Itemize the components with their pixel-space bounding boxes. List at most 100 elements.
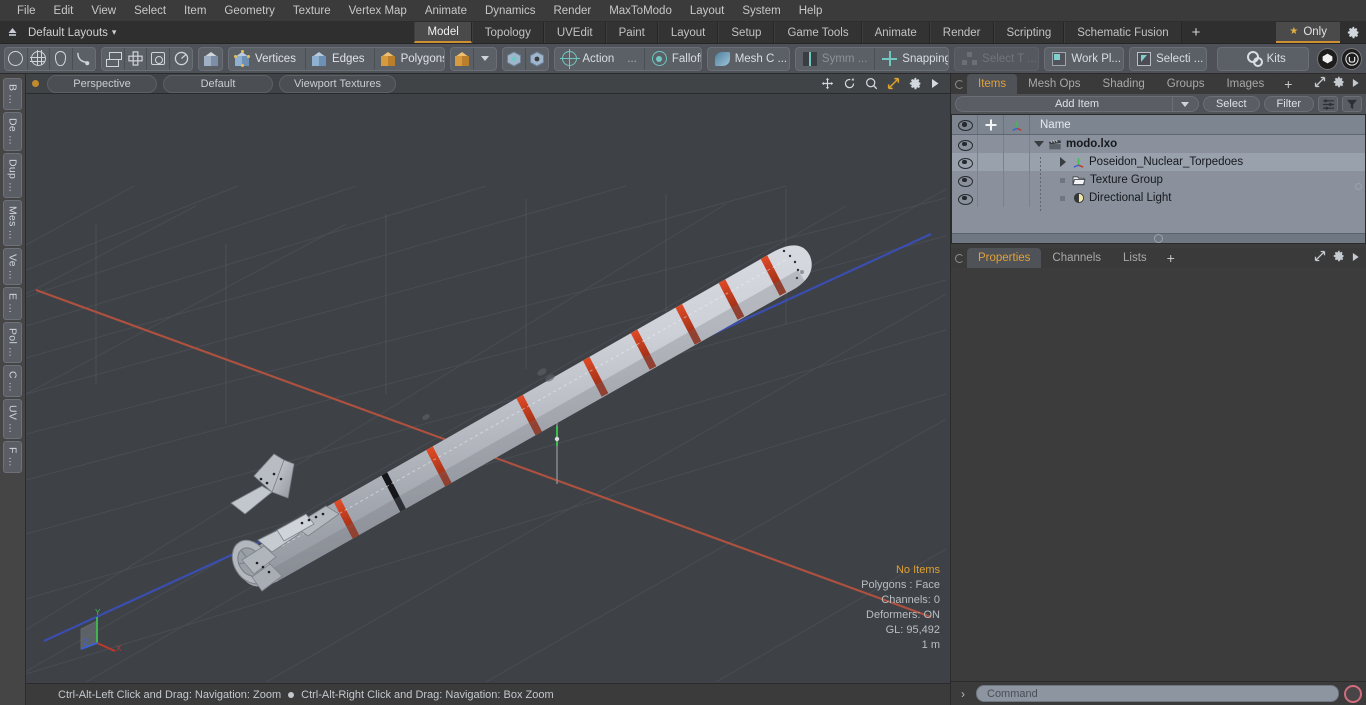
menu-item-help[interactable]: Help [790, 0, 832, 22]
tab-mesh-ops[interactable]: Mesh Ops [1017, 74, 1092, 94]
component-mode-vertices[interactable]: Vertices [229, 47, 306, 70]
tab-properties[interactable]: Properties [967, 248, 1042, 268]
component-mode-polygons[interactable]: Polygons [375, 48, 444, 70]
curve-tool-icon[interactable] [73, 48, 95, 70]
left-tab-vertex[interactable]: Ve ... [3, 247, 22, 286]
left-tab-mesh[interactable]: Mes ... [3, 200, 22, 246]
tab-shading[interactable]: Shading [1091, 74, 1156, 94]
left-tab-edge[interactable]: E ... [3, 287, 22, 320]
row-visibility-eye-icon[interactable] [952, 153, 978, 171]
panel-gear-icon[interactable] [1333, 75, 1345, 93]
left-tab-polygon[interactable]: Pol ... [3, 321, 22, 363]
3d-viewport[interactable]: No Items Polygons : Face Channels: 0 Def… [26, 94, 950, 683]
item-list-body[interactable]: modo.lxo Poseidon_Nuclear_Torpedoes Text… [952, 135, 1365, 233]
table-row[interactable]: Poseidon_Nuclear_Torpedoes [952, 153, 1365, 171]
row-visibility-eye-icon[interactable] [952, 135, 978, 153]
table-row[interactable]: Texture Group [952, 171, 1365, 189]
modo-app-icon[interactable] [1317, 47, 1339, 70]
viewport-gear-icon[interactable] [909, 77, 922, 90]
expand-arrow-icon[interactable] [931, 78, 940, 89]
table-row[interactable]: Directional Light [952, 189, 1365, 207]
menu-item-system[interactable]: System [733, 0, 789, 22]
tab-items[interactable]: Items [967, 74, 1018, 94]
cube-mode-icon[interactable] [451, 47, 474, 70]
menu-item-dynamics[interactable]: Dynamics [476, 0, 544, 22]
add-item-caret-icon[interactable] [1171, 96, 1198, 112]
layout-tab-render[interactable]: Render [929, 22, 994, 43]
globe-tool-icon[interactable] [28, 47, 51, 70]
menu-item-select[interactable]: Select [125, 0, 175, 22]
tab-images[interactable]: Images [1215, 74, 1276, 94]
layout-settings-gear-icon[interactable] [1340, 22, 1366, 43]
layout-tab-layout[interactable]: Layout [657, 22, 719, 43]
mesh-constraint-button[interactable]: Mesh C ... [708, 48, 789, 70]
menu-item-maxtomodo[interactable]: MaxToModo [600, 0, 681, 22]
pen-tool-icon[interactable] [50, 47, 73, 70]
action-center-button[interactable]: Action ... [555, 47, 645, 70]
tab-lists[interactable]: Lists [1112, 248, 1158, 268]
add-panel-tab-button[interactable]: + [1275, 74, 1302, 94]
falloff-button[interactable]: Falloff [645, 48, 701, 70]
radial-tool-icon[interactable] [147, 47, 170, 70]
row-visibility-eye-icon[interactable] [952, 171, 978, 189]
left-tab-fusion[interactable]: F ... [3, 441, 22, 474]
menu-item-edit[interactable]: Edit [45, 0, 83, 22]
layout-tab-game-tools[interactable]: Game Tools [774, 22, 862, 43]
expand-triangle-down-icon[interactable] [1034, 141, 1044, 147]
panel-expand-icon[interactable] [1314, 75, 1326, 93]
menu-item-vertex-map[interactable]: Vertex Map [340, 0, 416, 22]
column-transform-axis-icon[interactable] [1004, 115, 1030, 134]
list-scroll-nub[interactable] [1355, 183, 1362, 190]
center-axis-icon[interactable] [526, 48, 549, 70]
menu-item-render[interactable]: Render [544, 0, 600, 22]
item-list-horizontal-scrollbar[interactable] [952, 233, 1365, 243]
layout-tab-paint[interactable]: Paint [605, 22, 658, 43]
properties-arrow-icon[interactable] [1352, 249, 1360, 267]
menu-item-layout[interactable]: Layout [681, 0, 734, 22]
layout-tab-schematic-fusion[interactable]: Schematic Fusion [1064, 22, 1182, 43]
symmetry-button[interactable]: Symm ... [796, 47, 876, 70]
only-toggle-button[interactable]: ★ Only [1276, 22, 1340, 43]
stack-tool-icon[interactable] [102, 47, 125, 70]
left-tab-duplicate[interactable]: Dup ... [3, 153, 22, 199]
panel-menu-dot-icon[interactable] [951, 74, 967, 94]
default-layouts-dropdown[interactable]: Default Layouts ▾ [24, 22, 126, 43]
work-plane-button[interactable]: Work Pl... [1045, 48, 1123, 70]
row-name-texture-group[interactable]: Texture Group [1030, 174, 1365, 186]
zoom-icon[interactable] [865, 77, 878, 90]
layout-tab-topology[interactable]: Topology [471, 22, 544, 43]
expand-triangle-right-icon[interactable] [1060, 157, 1066, 167]
snapping-button[interactable]: Snapping [875, 48, 948, 70]
filter-funnel-icon[interactable] [1342, 96, 1362, 112]
layout-tab-animate[interactable]: Animate [861, 22, 930, 43]
center-pivot-icon[interactable] [503, 47, 526, 70]
left-tab-uv[interactable]: UV ... [3, 399, 22, 440]
rotate-icon[interactable] [843, 77, 856, 90]
component-mode-edges[interactable]: Edges [306, 47, 375, 70]
column-visibility-eye-icon[interactable] [952, 115, 978, 134]
tab-channels[interactable]: Channels [1041, 248, 1113, 268]
add-properties-tab-button[interactable]: + [1157, 248, 1184, 268]
filter-button[interactable]: Filter [1263, 96, 1314, 112]
kits-button[interactable]: Kits [1218, 48, 1308, 70]
properties-menu-dot-icon[interactable] [951, 248, 967, 268]
list-options-icon[interactable] [1318, 96, 1338, 112]
layout-tab-model[interactable]: Model [414, 22, 472, 43]
menu-item-texture[interactable]: Texture [284, 0, 340, 22]
clone-tool-icon[interactable] [170, 48, 192, 70]
properties-expand-icon[interactable] [1314, 249, 1326, 267]
select-through-button[interactable]: Select T ... [955, 48, 1038, 70]
add-layout-tab-button[interactable]: + [1181, 22, 1211, 43]
viewport-projection-dropdown[interactable]: Perspective [47, 74, 157, 93]
panel-arrow-icon[interactable] [1352, 75, 1360, 93]
properties-gear-icon[interactable] [1333, 249, 1345, 267]
layout-tab-setup[interactable]: Setup [718, 22, 775, 43]
fit-icon[interactable] [887, 77, 900, 90]
viewport-display-dropdown[interactable]: Viewport Textures [279, 74, 397, 93]
menu-item-animate[interactable]: Animate [416, 0, 476, 22]
menu-item-file[interactable]: File [8, 0, 45, 22]
cube-items-icon[interactable] [199, 48, 222, 70]
circle-tool-icon[interactable] [5, 47, 28, 70]
menu-item-view[interactable]: View [82, 0, 125, 22]
layout-tab-uvedit[interactable]: UVEdit [543, 22, 606, 43]
